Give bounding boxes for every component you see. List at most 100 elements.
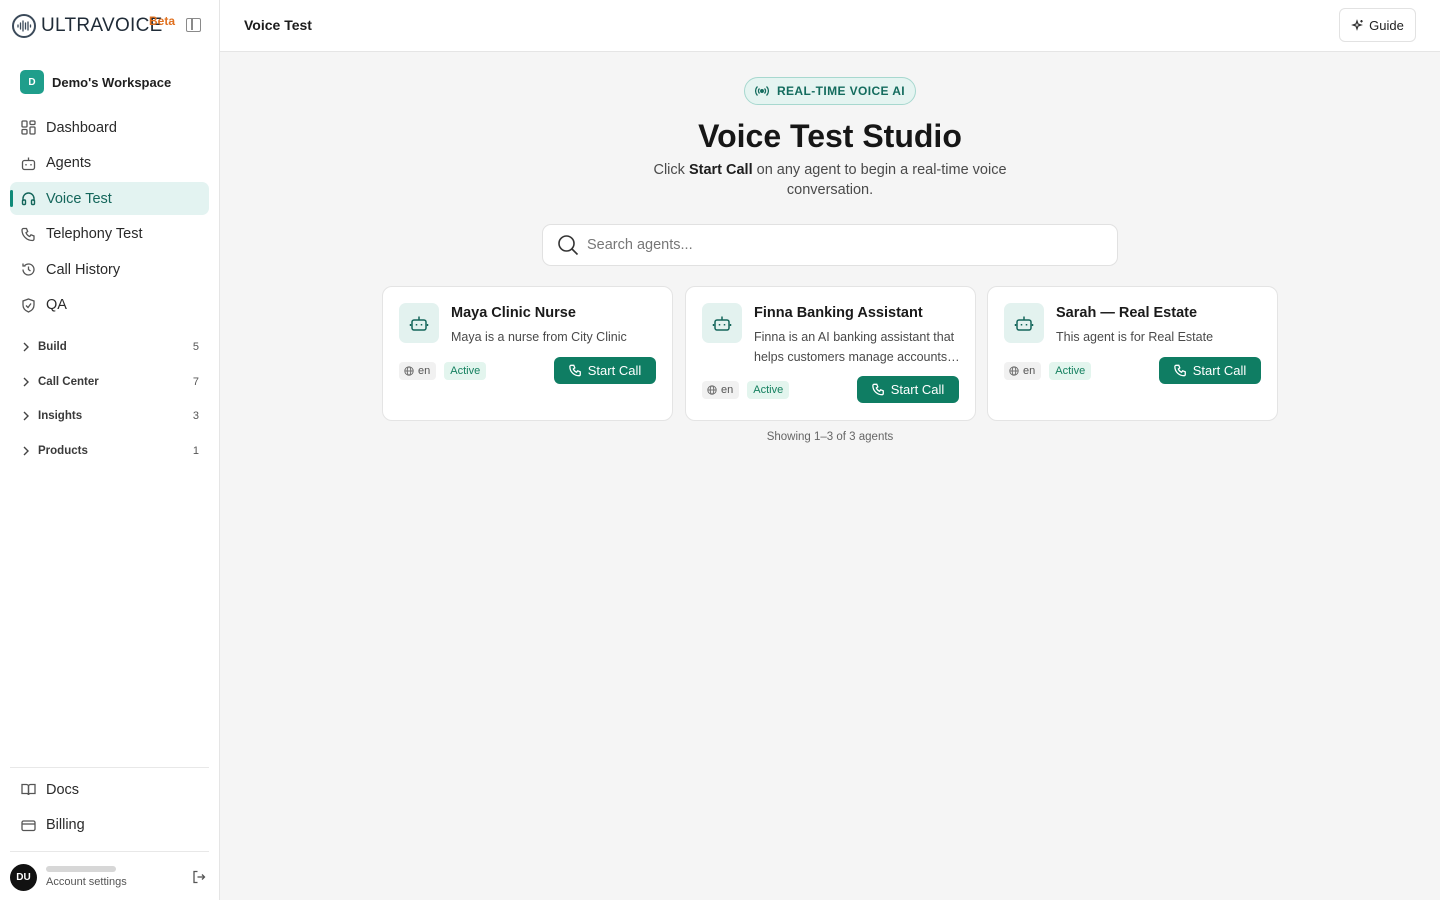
globe-icon	[707, 385, 717, 395]
bot-icon	[1004, 303, 1044, 343]
sparkle-icon	[1351, 18, 1364, 31]
phone-icon	[1173, 364, 1186, 377]
account-menu[interactable]: DU Account settings	[10, 862, 210, 892]
status-badge: Active	[444, 362, 487, 380]
nav-label: Dashboard	[46, 119, 117, 136]
bot-icon	[20, 155, 36, 171]
agent-meta: en Active	[1004, 362, 1092, 380]
agent-card: Finna Banking Assistant Finna is an AI b…	[685, 286, 976, 421]
agent-card: Maya Clinic Nurse Maya is a nurse from C…	[382, 286, 673, 421]
nav-label: QA	[46, 297, 67, 313]
badge-label: REAL-TIME VOICE AI	[776, 84, 906, 98]
bot-icon	[399, 303, 439, 343]
shield-check-icon	[20, 297, 36, 313]
language-label: en	[721, 384, 734, 396]
nav-item-agents[interactable]: Agents	[10, 147, 209, 180]
phone-icon	[871, 383, 884, 396]
subtitle-prefix: Click	[653, 162, 689, 178]
start-call-button[interactable]: Start Call	[1159, 357, 1261, 384]
status-badge: Active	[747, 381, 790, 399]
headphones-icon	[20, 191, 36, 207]
main-nav: Dashboard Agents Voice Test Telephony Te…	[10, 111, 209, 324]
language-label: en	[418, 365, 431, 377]
bottom-nav: Docs Billing	[10, 773, 209, 844]
nav-item-qa[interactable]: QA	[10, 289, 209, 322]
chevron-right-icon	[23, 342, 29, 352]
language-chip: en	[1004, 362, 1042, 380]
nav-item-dashboard[interactable]: Dashboard	[10, 111, 209, 144]
status-badge: Active	[1049, 362, 1092, 380]
group-label: Call Center	[38, 375, 99, 388]
start-call-button[interactable]: Start Call	[554, 357, 656, 384]
dashboard-icon	[20, 120, 36, 136]
book-icon	[20, 782, 36, 798]
user-name-redacted	[46, 866, 116, 872]
nav-group-insights[interactable]: Insights 3	[10, 399, 209, 434]
nav-group-call-center[interactable]: Call Center 7	[10, 365, 209, 400]
nav-item-billing[interactable]: Billing	[10, 809, 209, 842]
ultravoice-logo-icon	[12, 14, 36, 38]
nav-group-build[interactable]: Build 5	[10, 330, 209, 365]
credit-card-icon	[20, 817, 36, 833]
start-call-label: Start Call	[587, 363, 642, 378]
account-settings-link[interactable]: Account settings	[46, 876, 127, 888]
brand-logo-link[interactable]: ULTRAVOICE Beta	[12, 12, 175, 40]
group-label: Insights	[38, 410, 83, 423]
language-chip: en	[702, 381, 740, 399]
agent-description: Maya is a nurse from City Clinic	[451, 330, 627, 344]
start-call-label: Start Call	[1192, 363, 1247, 378]
workspace-switcher[interactable]: D Demo's Workspace	[20, 70, 171, 94]
nav-label: Billing	[46, 817, 85, 833]
agent-description: This agent is for Real Estate	[1056, 330, 1214, 344]
start-call-button[interactable]: Start Call	[857, 376, 959, 403]
chevron-right-icon	[23, 411, 29, 421]
guide-button[interactable]: Guide	[1339, 8, 1416, 42]
workspace-name: Demo's Workspace	[52, 74, 172, 90]
subtitle-suffix: on any agent to begin a real-time voice …	[752, 162, 1007, 198]
bot-icon	[702, 303, 742, 343]
agent-name: Finna Banking Assistant	[754, 305, 923, 321]
agent-meta: en Active	[399, 362, 487, 380]
chevron-right-icon	[23, 377, 29, 387]
group-count: 1	[192, 444, 199, 457]
nav-label: Call History	[46, 261, 121, 278]
logout-icon[interactable]	[192, 870, 206, 884]
nav-label: Docs	[46, 781, 80, 798]
sidebar: ULTRAVOICE Beta D Demo's Workspace Dashb…	[0, 0, 220, 900]
main-content: REAL-TIME VOICE AI Voice Test Studio Cli…	[220, 52, 1440, 900]
globe-icon	[1009, 366, 1019, 376]
nav-item-call-history[interactable]: Call History	[10, 253, 209, 286]
nav-group-products[interactable]: Products 1	[10, 434, 209, 469]
agent-description: Finna is an AI banking assistant that he…	[754, 330, 955, 364]
agent-card: Sarah — Real Estate This agent is for Re…	[987, 286, 1278, 421]
phone-icon	[20, 226, 36, 242]
sidebar-divider	[10, 851, 209, 852]
results-count: Showing 1–3 of 3 agents	[766, 431, 894, 443]
search-icon	[558, 235, 579, 256]
language-chip: en	[399, 362, 437, 380]
sidebar-divider	[10, 767, 209, 768]
language-label: en	[1023, 365, 1036, 377]
nav-label: Voice Test	[46, 190, 112, 207]
group-count: 7	[192, 375, 199, 388]
nav-item-telephony-test[interactable]: Telephony Test	[10, 218, 209, 251]
nav-item-voice-test[interactable]: Voice Test	[10, 182, 209, 215]
nav-item-docs[interactable]: Docs	[10, 773, 209, 806]
agent-name: Maya Clinic Nurse	[451, 305, 576, 321]
sidebar-collapse-icon[interactable]	[186, 18, 201, 32]
history-icon	[20, 262, 36, 278]
group-count: 5	[192, 341, 199, 354]
broadcast-icon	[754, 86, 769, 96]
hero-subtitle: Click Start Call on any agent to begin a…	[640, 160, 1020, 200]
nav-label: Telephony Test	[46, 226, 143, 242]
phone-icon	[568, 364, 581, 377]
user-avatar: DU	[10, 863, 37, 891]
globe-icon	[404, 366, 414, 376]
group-count: 3	[192, 410, 199, 423]
chevron-right-icon	[23, 446, 29, 456]
guide-label: Guide	[1369, 17, 1404, 33]
hero-title: Voice Test Studio	[698, 118, 962, 154]
subtitle-emphasis: Start Call	[688, 162, 753, 178]
search-input[interactable]	[587, 237, 1087, 253]
topbar: Voice Test Guide	[220, 0, 1440, 52]
